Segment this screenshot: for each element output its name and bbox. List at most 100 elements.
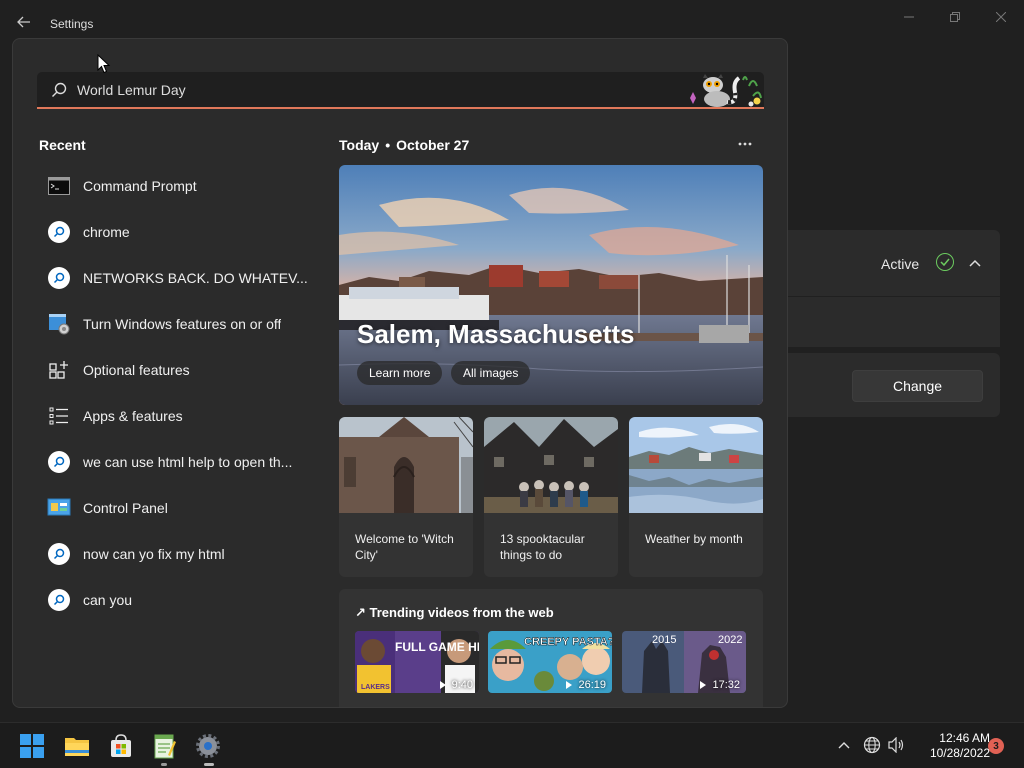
optional-features-icon (47, 358, 71, 382)
video-duration: 9:40 (439, 679, 473, 691)
video-overlay-text-1: FULL GAME HIGHLIGHTS (395, 640, 479, 654)
status-label: Active (881, 256, 920, 272)
search-box[interactable] (37, 72, 764, 109)
windows-logo-icon (20, 734, 44, 758)
chevron-up-icon[interactable] (966, 256, 984, 270)
trending-videos-section: ↗ Trending videos from the web FULL GAME… (339, 589, 763, 707)
speaker-icon (888, 737, 904, 753)
command-prompt-icon (47, 174, 71, 198)
close-icon (996, 12, 1006, 22)
minimize-button[interactable] (894, 6, 924, 28)
taskbar: 12:46 AM 10/28/2022 3 (0, 722, 1024, 768)
hero-title: Salem, Massachusetts (357, 319, 635, 349)
recent-item-optional-features[interactable]: Optional features (39, 347, 309, 393)
recent-item-fix-html[interactable]: now can yo fix my html (39, 531, 309, 577)
recent-item-label: NETWORKS BACK. DO WHATEV... (83, 270, 308, 286)
taskbar-clock[interactable]: 12:46 AM 10/28/2022 (912, 731, 990, 761)
apps-list-icon (47, 404, 71, 428)
back-button[interactable] (12, 10, 36, 34)
search-icon (52, 82, 67, 97)
taskbar-microsoft-store[interactable] (107, 732, 135, 760)
search-input[interactable] (77, 72, 677, 107)
recent-item-label: Control Panel (83, 500, 168, 516)
back-arrow-icon (17, 16, 30, 28)
taskbar-settings[interactable] (194, 732, 222, 760)
recent-item-can-you[interactable]: can you (39, 577, 309, 623)
notepad-icon (154, 734, 176, 759)
notification-badge[interactable]: 3 (988, 738, 1004, 754)
today-label: Today (339, 137, 380, 153)
recent-item-label: Turn Windows features on or off (83, 316, 282, 332)
video-overlay-text-2: CREEPY PASTA? (524, 636, 612, 648)
recent-item-apps-features[interactable]: Apps & features (39, 393, 309, 439)
maximize-button[interactable] (940, 6, 970, 28)
taskbar-file-explorer[interactable] (63, 732, 91, 760)
show-hidden-icons-button[interactable] (834, 735, 854, 755)
recent-item-chrome[interactable]: chrome (39, 209, 309, 255)
recent-heading: Recent (39, 137, 86, 153)
recent-item-command-prompt[interactable]: Command Prompt (39, 163, 309, 209)
store-bag-icon (111, 734, 131, 757)
recent-item-label: Command Prompt (83, 178, 197, 194)
restore-icon (950, 12, 960, 22)
duration-text: 26:19 (578, 679, 606, 691)
recent-item-networks-back[interactable]: NETWORKS BACK. DO WHATEV... (39, 255, 309, 301)
video-year-right: 2022 (718, 634, 742, 646)
lakers-badge: LAKERS (361, 684, 390, 691)
card-weather[interactable]: Weather by month (629, 417, 763, 577)
search-icon (47, 450, 71, 474)
recent-item-windows-features[interactable]: Turn Windows features on or off (39, 301, 309, 347)
harbor-reflection-photo (629, 417, 763, 513)
card-caption: 13 spooktacular things to do (500, 532, 585, 562)
settings-running-indicator (204, 763, 214, 766)
recent-item-label: now can yo fix my html (83, 546, 225, 562)
today-separator: • (385, 137, 391, 153)
recent-item-control-panel[interactable]: Control Panel (39, 485, 309, 531)
globe-icon (863, 736, 881, 754)
close-button[interactable] (986, 6, 1016, 28)
video-thumbnail[interactable]: CREEPY PASTA? 26:19 (488, 631, 612, 693)
clock-time: 12:46 AM (939, 731, 990, 745)
play-icon (439, 681, 446, 689)
video-thumbnail[interactable]: FULL GAME HIGHLIGHTS LAKERS 9:40 (355, 631, 479, 693)
windows-features-icon (47, 312, 71, 336)
mouse-cursor-icon (97, 54, 111, 74)
folder-icon (65, 738, 89, 756)
search-flyout: Recent Command Prompt chrome NETWORKS BA… (12, 38, 788, 708)
duration-text: 17:32 (712, 679, 740, 691)
recent-item-label: we can use html help to open th... (83, 454, 293, 470)
search-icon (47, 542, 71, 566)
settings-card-detail (788, 297, 1000, 347)
all-images-button[interactable]: All images (451, 361, 531, 385)
trending-heading: ↗ Trending videos from the web (355, 605, 554, 620)
video-year-left: 2015 (652, 634, 676, 646)
house-of-seven-gables-photo (484, 417, 618, 513)
chevron-up-icon (838, 742, 850, 749)
hero-card[interactable]: Salem, Massachusetts Learn more All imag… (339, 165, 763, 405)
control-panel-icon (47, 496, 71, 520)
search-icon (47, 266, 71, 290)
window-title: Settings (50, 17, 94, 31)
card-spooktacular[interactable]: 13 spooktacular things to do (484, 417, 618, 577)
network-button[interactable] (862, 735, 882, 755)
taskbar-notepad[interactable] (150, 732, 178, 760)
more-options-button[interactable] (733, 133, 757, 153)
volume-button[interactable] (886, 735, 906, 755)
recent-item-html-help[interactable]: we can use html help to open th... (39, 439, 309, 485)
notepad-running-indicator (161, 763, 167, 766)
learn-more-button[interactable]: Learn more (357, 361, 443, 385)
video-duration: 26:19 (566, 679, 606, 691)
recent-item-label: Apps & features (83, 408, 183, 424)
today-date: October 27 (396, 137, 470, 153)
start-button[interactable] (18, 732, 46, 760)
card-witch-city[interactable]: Welcome to 'Witch City' (339, 417, 473, 577)
video-thumbnail[interactable]: 2015 2022 17:32 (622, 631, 746, 693)
gear-icon (196, 734, 220, 758)
search-icon (47, 588, 71, 612)
minimize-icon (904, 16, 914, 18)
today-heading: Today • October 27 (339, 137, 469, 153)
card-caption: Welcome to 'Witch City' (355, 532, 454, 562)
more-dots-icon (738, 142, 752, 146)
clock-date: 10/28/2022 (929, 746, 990, 760)
change-button[interactable]: Change (852, 370, 983, 402)
